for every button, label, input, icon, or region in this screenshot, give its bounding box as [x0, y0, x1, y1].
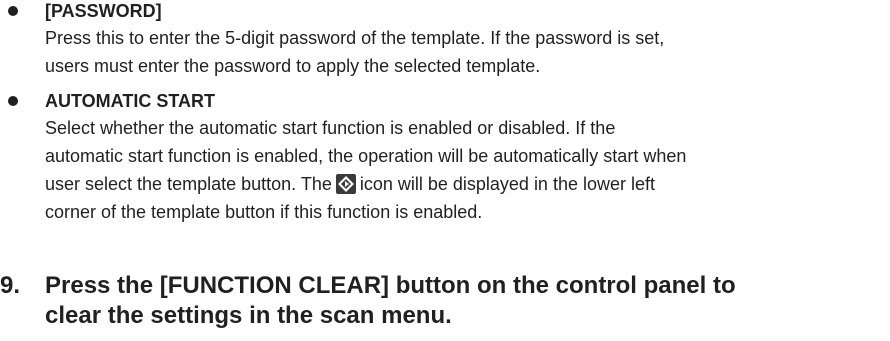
password-heading: [PASSWORD]: [45, 1, 162, 21]
bullet-icon: [8, 6, 18, 16]
automatic-start-line-4: corner of the template button if this fu…: [45, 202, 483, 222]
bullet-icon: [8, 96, 18, 106]
step-instruction-line-1: Press the [FUNCTION CLEAR] button on the…: [45, 272, 736, 299]
automatic-start-line-3-before: user select the template button. The: [45, 174, 332, 194]
automatic-start-heading: AUTOMATIC START: [45, 91, 215, 111]
automatic-start-icon: [335, 174, 356, 194]
automatic-start-line-3-after: icon will be displayed in the lower left: [359, 174, 655, 194]
password-description-line-1: Press this to enter the 5-digit password…: [45, 28, 665, 48]
automatic-start-description: Select whether the automatic start funct…: [45, 114, 885, 226]
step-instruction: Press the [FUNCTION CLEAR] button on the…: [45, 271, 890, 331]
step-instruction-line-2: clear the settings in the scan menu.: [45, 302, 452, 329]
step-number: 9.: [0, 272, 21, 299]
automatic-start-line-3: user select the template button. The icon…: [45, 170, 885, 198]
automatic-start-line-2: automatic start function is enabled, the…: [45, 146, 687, 166]
password-description: Press this to enter the 5-digit password…: [45, 24, 885, 80]
password-description-line-2: users must enter the password to apply t…: [45, 56, 541, 76]
automatic-start-line-1: Select whether the automatic start funct…: [45, 118, 616, 138]
